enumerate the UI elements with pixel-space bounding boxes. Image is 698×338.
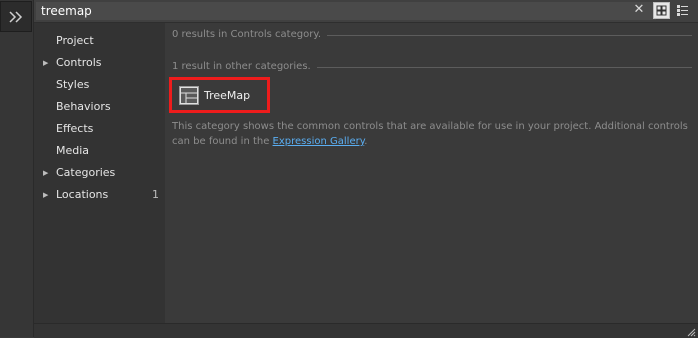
- status-bar: [34, 323, 698, 338]
- result-tile-treemap[interactable]: TreeMap: [169, 77, 270, 113]
- close-icon[interactable]: ✕: [632, 2, 646, 18]
- treemap-icon: [179, 86, 199, 105]
- divider: [316, 66, 692, 68]
- search-input[interactable]: [36, 2, 656, 20]
- resize-grip-icon[interactable]: [686, 327, 696, 337]
- sidebar-item-locations[interactable]: ▶ Locations 1: [34, 184, 165, 206]
- sidebar-item-label: Behaviors: [56, 100, 111, 113]
- description-end: .: [364, 136, 368, 147]
- grid-view-button[interactable]: [653, 2, 670, 19]
- double-chevron-right-icon: [9, 10, 23, 23]
- sidebar-item-media[interactable]: Media: [34, 140, 165, 162]
- list-view-button[interactable]: [674, 2, 691, 19]
- expand-arrow-icon[interactable]: ▶: [43, 162, 48, 184]
- sidebar-item-styles[interactable]: Styles: [34, 74, 165, 96]
- sidebar-item-behaviors[interactable]: Behaviors: [34, 96, 165, 118]
- description-text: This category shows the common controls …: [172, 121, 688, 147]
- expand-arrow-icon[interactable]: ▶: [43, 184, 48, 206]
- sidebar-item-project[interactable]: Project: [34, 30, 165, 52]
- sidebar-item-categories[interactable]: ▶ Categories: [34, 162, 165, 184]
- grid-view-icon: [656, 5, 667, 16]
- results-in-category-text: 0 results in Controls category.: [172, 29, 321, 40]
- panel-collapse-strip: [0, 0, 34, 337]
- sidebar-item-label: Categories: [56, 166, 116, 179]
- results-other-text: 1 result in other categories.: [172, 61, 311, 72]
- sidebar-item-label: Locations: [56, 188, 109, 201]
- category-description: This category shows the common controls …: [172, 119, 698, 149]
- search-bar: ✕: [34, 0, 698, 23]
- sidebar-item-label: Controls: [56, 56, 102, 69]
- sidebar-item-label: Styles: [56, 78, 90, 91]
- expand-panel-button[interactable]: [0, 1, 32, 32]
- category-results-status: 0 results in Controls category.: [172, 28, 692, 42]
- sidebar-item-label: Effects: [56, 122, 94, 135]
- expand-arrow-icon[interactable]: ▶: [43, 52, 48, 74]
- other-results-status: 1 result in other categories.: [172, 60, 692, 74]
- sidebar-item-label: Project: [56, 34, 94, 47]
- sidebar-item-controls[interactable]: ▶ Controls: [34, 52, 165, 74]
- result-tile-label: TreeMap: [204, 89, 251, 102]
- results-panel: 0 results in Controls category. 1 result…: [166, 23, 698, 323]
- sidebar-item-label: Media: [56, 144, 90, 157]
- sidebar-item-effects[interactable]: Effects: [34, 118, 165, 140]
- category-sidebar: Project ▶ Controls Styles Behaviors Effe…: [34, 23, 165, 323]
- list-view-icon: [677, 5, 688, 16]
- item-count: 1: [152, 188, 159, 201]
- expression-gallery-link[interactable]: Expression Gallery: [273, 136, 365, 147]
- divider: [327, 34, 692, 36]
